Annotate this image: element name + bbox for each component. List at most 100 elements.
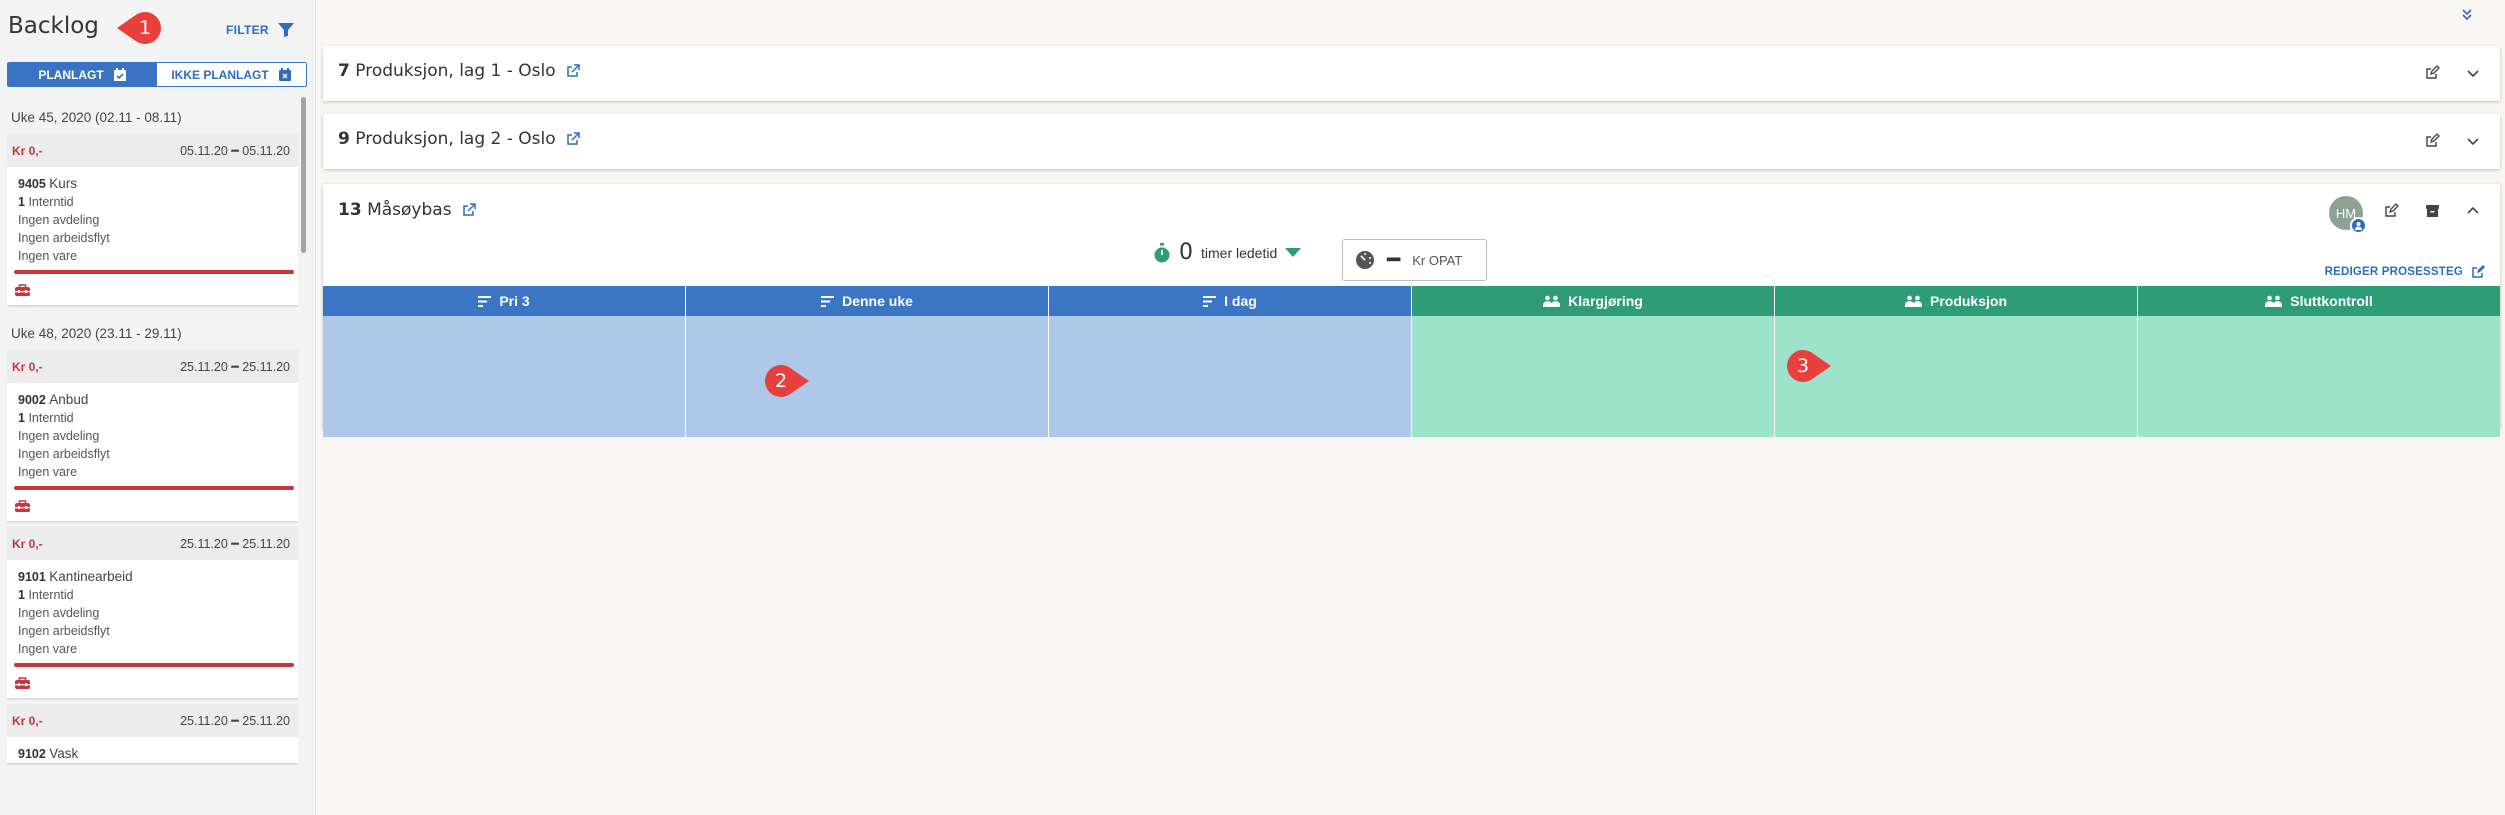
caret-down-icon[interactable] bbox=[1285, 247, 1302, 258]
card-footer bbox=[7, 667, 298, 698]
column-label: Denne uke bbox=[842, 293, 913, 309]
card-number: 9101 bbox=[18, 570, 46, 584]
chevron-down-icon[interactable] bbox=[2466, 66, 2480, 80]
board-column: Pri 3 bbox=[323, 286, 686, 437]
lead-time: 0 timer ledetid bbox=[1153, 240, 1302, 265]
column-dropzone[interactable] bbox=[1049, 316, 1411, 437]
card-body: 9002 Anbud 1 Interntid Ingen avdeling In… bbox=[7, 383, 298, 490]
edit-process-steps-button[interactable]: REDIGER PROSESSTEG bbox=[2325, 264, 2486, 279]
card-price: Kr 0,- bbox=[12, 359, 43, 374]
edit-icon[interactable] bbox=[2384, 203, 2399, 218]
panel-actions bbox=[2425, 133, 2480, 148]
external-link-icon[interactable] bbox=[566, 64, 580, 78]
external-link-icon[interactable] bbox=[462, 203, 476, 217]
card-department: Ingen avdeling bbox=[18, 606, 100, 620]
edit-icon[interactable] bbox=[2425, 133, 2440, 148]
edit-icon[interactable] bbox=[2425, 65, 2440, 80]
column-dropzone[interactable] bbox=[1412, 316, 1774, 437]
workflow-panel-expanded: 13 Måsøybas HM 0 timer ledetid ━ Kr OPAT… bbox=[323, 184, 2500, 437]
sort-icon bbox=[821, 295, 835, 307]
board-column: Sluttkontroll bbox=[2138, 286, 2500, 437]
backlog-card[interactable]: Kr 0,- 05.11.20 ━ 05.11.20 9405 Kurs 1 I… bbox=[7, 134, 298, 305]
card-dates: 25.11.20 ━ 25.11.20 bbox=[180, 714, 290, 728]
callout-number: 2 bbox=[774, 370, 788, 392]
card-workflow: Ingen arbeidsflyt bbox=[18, 624, 110, 638]
callout-marker: 2 bbox=[764, 364, 810, 398]
sort-icon bbox=[478, 295, 492, 307]
card-workflow: Ingen arbeidsflyt bbox=[18, 447, 110, 461]
panel-title[interactable]: 7 Produksjon, lag 1 - Oslo bbox=[338, 61, 580, 81]
column-header[interactable]: Denne uke bbox=[686, 286, 1048, 316]
filter-button[interactable]: FILTER bbox=[226, 22, 295, 38]
column-dropzone[interactable] bbox=[686, 316, 1048, 437]
panel-title[interactable]: 13 Måsøybas bbox=[338, 200, 476, 220]
panel-number: 13 bbox=[338, 200, 362, 220]
board-column: Klargjøring bbox=[1412, 286, 1775, 437]
card-department: Ingen avdeling bbox=[18, 213, 100, 227]
sidebar-scrollbar[interactable] bbox=[301, 97, 306, 253]
column-header[interactable]: Produksjon bbox=[1775, 286, 2137, 316]
planned-tab[interactable]: PLANLAGT bbox=[8, 63, 157, 86]
backlog-card[interactable]: Kr 0,- 25.11.20 ━ 25.11.20 9002 Anbud 1 … bbox=[7, 350, 298, 521]
toolbox-icon bbox=[15, 676, 30, 689]
unplanned-tab[interactable]: IKKE PLANLAGT bbox=[157, 63, 306, 86]
team-icon bbox=[2265, 295, 2283, 307]
card-body: 9101 Kantinearbeid 1 Interntid Ingen avd… bbox=[7, 560, 298, 667]
panel-actions bbox=[2425, 65, 2480, 80]
gauge-icon bbox=[1356, 251, 1374, 269]
card-internal-label: Interntid bbox=[28, 411, 74, 425]
avatar[interactable]: HM bbox=[2329, 196, 2367, 234]
card-footer bbox=[7, 274, 298, 305]
calendar-x-icon bbox=[278, 67, 291, 81]
column-header[interactable]: I dag bbox=[1049, 286, 1411, 316]
chevron-up-icon[interactable] bbox=[2466, 204, 2480, 218]
collapse-all-icon[interactable] bbox=[2460, 8, 2474, 22]
card-department: Ingen avdeling bbox=[18, 429, 100, 443]
board-column: Denne uke bbox=[686, 286, 1049, 437]
column-label: Pri 3 bbox=[499, 293, 530, 309]
sort-icon bbox=[1203, 295, 1217, 307]
column-dropzone[interactable] bbox=[2138, 316, 2500, 437]
column-label: I dag bbox=[1224, 293, 1257, 309]
card-name: Kurs bbox=[49, 176, 78, 191]
archive-icon[interactable] bbox=[2425, 204, 2440, 218]
column-label: Produksjon bbox=[1929, 293, 2007, 309]
card-header: Kr 0,- 25.11.20 ━ 25.11.20 bbox=[7, 527, 298, 560]
card-internal-label: Interntid bbox=[28, 588, 74, 602]
card-internal-count: 1 bbox=[18, 411, 25, 425]
backlog-sidebar: Backlog FILTER PLANLAGT IKKE PLANLAGT Uk… bbox=[0, 0, 316, 815]
external-link-icon[interactable] bbox=[566, 132, 580, 146]
backlog-title: Backlog bbox=[8, 13, 99, 39]
column-label: Klargjøring bbox=[1568, 293, 1643, 309]
card-dates: 25.11.20 ━ 25.11.20 bbox=[180, 537, 290, 551]
column-header[interactable]: Sluttkontroll bbox=[2138, 286, 2500, 316]
card-dates: 25.11.20 ━ 25.11.20 bbox=[180, 360, 290, 374]
card-item: Ingen vare bbox=[18, 465, 78, 479]
card-item: Ingen vare bbox=[18, 642, 78, 656]
backlog-card[interactable]: Kr 0,- 25.11.20 ━ 25.11.20 9101 Kantinea… bbox=[7, 527, 298, 698]
column-header[interactable]: Klargjøring bbox=[1412, 286, 1774, 316]
backlog-card[interactable]: Kr 0,- 25.11.20 ━ 25.11.20 9102 Vask bbox=[7, 704, 298, 763]
filter-label: FILTER bbox=[226, 23, 269, 37]
workflow-panel: 7 Produksjon, lag 1 - Oslo bbox=[323, 46, 2500, 101]
card-internal-count: 1 bbox=[18, 195, 25, 209]
stopwatch-icon bbox=[1154, 242, 1170, 262]
column-dropzone[interactable] bbox=[323, 316, 685, 437]
card-dates: 05.11.20 ━ 05.11.20 bbox=[180, 144, 290, 158]
card-name: Vask bbox=[49, 746, 79, 761]
column-header[interactable]: Pri 3 bbox=[323, 286, 685, 316]
card-number: 9002 bbox=[18, 393, 46, 407]
toolbox-icon bbox=[15, 499, 30, 512]
column-label: Sluttkontroll bbox=[2290, 293, 2373, 309]
filter-icon bbox=[277, 23, 294, 37]
card-footer bbox=[7, 490, 298, 521]
panel-actions bbox=[2384, 203, 2480, 218]
chevron-down-icon[interactable] bbox=[2466, 134, 2480, 148]
edit-icon bbox=[2472, 265, 2485, 278]
panel-title[interactable]: 9 Produksjon, lag 2 - Oslo bbox=[338, 129, 580, 149]
callout-marker: 3 bbox=[1786, 349, 1832, 383]
backlog-list: Uke 45, 2020 (02.11 - 08.11) Kr 0,- 05.1… bbox=[7, 110, 298, 815]
panel-name: Måsøybas bbox=[367, 200, 452, 220]
planned-toggle: PLANLAGT IKKE PLANLAGT bbox=[7, 62, 307, 87]
card-header: Kr 0,- 25.11.20 ━ 25.11.20 bbox=[7, 704, 298, 737]
